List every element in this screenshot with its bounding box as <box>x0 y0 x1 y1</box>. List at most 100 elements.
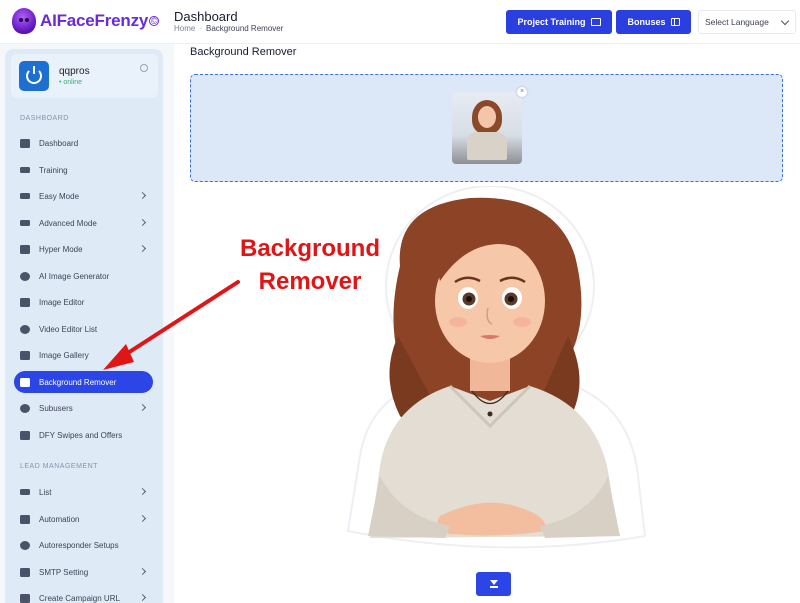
annotation-line-2: Remover <box>258 268 362 295</box>
left-pupil <box>466 296 472 302</box>
sidebar-item-label: Advanced Mode <box>39 218 97 228</box>
sidebar-item-background-remover[interactable]: Background Remover <box>14 371 153 393</box>
sidebar-item-video-editor-list[interactable]: Video Editor List <box>14 318 153 340</box>
sidebar-item-image-editor[interactable]: Image Editor <box>14 291 153 313</box>
chevron-down-icon <box>780 16 790 26</box>
download-icon <box>489 580 498 588</box>
project-training-label: Project Training <box>517 17 586 27</box>
sidebar-item-label: Background Remover <box>39 377 117 387</box>
project-training-button[interactable]: Project Training <box>506 10 612 34</box>
sidebar-item-easy-mode[interactable]: Easy Mode <box>14 185 153 207</box>
sidebar-item-label: Easy Mode <box>39 191 80 201</box>
annotation-callout: Background Remover <box>220 232 400 298</box>
avatar[interactable] <box>19 61 49 91</box>
chevron-right-icon <box>138 487 147 496</box>
users-icon <box>20 403 30 413</box>
left-cheek <box>449 317 467 327</box>
sidebar-item-automation[interactable]: Automation <box>14 508 153 530</box>
user-card: qqpros • online <box>11 54 158 98</box>
sidebar-item-label: SMTP Setting <box>39 567 89 577</box>
brand-logo[interactable]: AIFaceFrenzy © <box>12 8 160 34</box>
right-pupil <box>508 296 514 302</box>
image-icon <box>20 297 30 307</box>
sidebar-item-label: Training <box>39 165 68 175</box>
breadcrumb-home[interactable]: Home <box>174 24 195 33</box>
language-select-label: Select Language <box>705 17 769 27</box>
brand-name: AIFaceFrenzy <box>40 11 149 30</box>
thumbnail-face <box>478 106 496 128</box>
gallery-icon <box>20 350 30 360</box>
bonuses-button[interactable]: Bonuses <box>616 10 691 34</box>
user-status: • online <box>59 79 83 86</box>
sidebar-item-subusers[interactable]: Subusers <box>14 397 153 419</box>
list-icon <box>20 193 30 199</box>
breadcrumb-separator: - <box>199 24 203 33</box>
sidebar-item-label: Automation <box>39 514 80 524</box>
sidebar-item-smtp-setting[interactable]: SMTP Setting <box>14 561 153 583</box>
sidebar-item-label: Image Editor <box>39 297 85 307</box>
uploaded-image-thumbnail <box>452 92 522 164</box>
chevron-right-icon <box>138 218 147 227</box>
sidebar-item-dashboard[interactable]: Dashboard <box>14 132 153 154</box>
page-title: Dashboard <box>174 9 238 24</box>
video-icon <box>20 324 30 334</box>
sidebar-item-label: Video Editor List <box>39 324 98 334</box>
chevron-right-icon <box>138 567 147 576</box>
gift-icon <box>670 18 680 26</box>
sidebar-item-list[interactable]: List <box>14 481 153 503</box>
sidebar-item-label: AI Image Generator <box>39 271 110 281</box>
power-icon <box>26 66 42 84</box>
send-icon <box>20 567 30 577</box>
sidebar-item-label: Dashboard <box>39 138 79 148</box>
remove-image-close-icon[interactable]: × <box>517 87 527 97</box>
thumbnail-body <box>467 132 507 160</box>
sidebar-item-training[interactable]: Training <box>14 159 153 181</box>
bonuses-label: Bonuses <box>627 17 666 27</box>
settings-icon[interactable] <box>140 64 148 72</box>
necklace-pendant <box>487 411 493 417</box>
card-icon <box>20 167 30 173</box>
section-title-dashboard: DASHBOARD <box>20 115 69 122</box>
chevron-right-icon <box>138 514 147 523</box>
sidebar-item-advanced-mode[interactable]: Advanced Mode <box>14 212 153 234</box>
swipe-icon <box>20 430 30 440</box>
chevron-right-icon <box>138 244 147 253</box>
sidebar: qqpros • online DASHBOARD Dashboard Trai… <box>0 44 174 603</box>
list-icon <box>20 489 30 495</box>
sidebar-item-label: Subusers <box>39 403 73 413</box>
sidebar-item-dfy-swipes[interactable]: DFY Swipes and Offers <box>14 424 153 446</box>
training-card-icon <box>590 18 601 26</box>
breadcrumb: Home - Background Remover <box>174 24 283 33</box>
table-icon <box>20 220 30 226</box>
sidebar-item-label: Create Campaign URL <box>39 593 120 603</box>
language-select[interactable]: Select Language <box>698 10 796 34</box>
link-icon <box>20 593 30 603</box>
upload-dropzone[interactable]: × <box>190 74 783 182</box>
sidebar-item-hyper-mode[interactable]: Hyper Mode <box>14 238 153 260</box>
download-button[interactable] <box>476 572 511 596</box>
alien-logo-icon <box>12 8 36 34</box>
sidebar-item-label: Autoresponder Setups <box>39 540 119 550</box>
sidebar-item-autoresponder[interactable]: Autoresponder Setups <box>14 534 153 556</box>
sidebar-item-label: Hyper Mode <box>39 244 83 254</box>
mail-icon <box>20 514 30 524</box>
sidebar-item-label: DFY Swipes and Offers <box>39 430 123 440</box>
chevron-right-icon <box>138 191 147 200</box>
breadcrumb-current: Background Remover <box>206 24 284 33</box>
sidebar-item-label: Image Gallery <box>39 350 89 360</box>
sidebar-item-label: List <box>39 487 52 497</box>
user-name: qqpros <box>59 66 90 77</box>
sidebar-item-ai-image-generator[interactable]: AI Image Generator <box>14 265 153 287</box>
right-cheek <box>513 317 531 327</box>
chevron-right-icon <box>138 403 147 412</box>
sidebar-item-create-campaign-url[interactable]: Create Campaign URL <box>14 587 153 603</box>
brand-badge: © <box>149 16 160 26</box>
section-title-lead-management: LEAD MANAGEMENT <box>20 463 98 470</box>
section-title: Background Remover <box>190 46 297 58</box>
monitor-icon <box>20 244 30 254</box>
gear-icon <box>20 540 30 550</box>
chevron-right-icon <box>138 593 147 602</box>
top-header: AIFaceFrenzy © Dashboard Home - Backgrou… <box>0 0 800 44</box>
marker-icon <box>20 271 30 281</box>
sidebar-item-image-gallery[interactable]: Image Gallery <box>14 344 153 366</box>
